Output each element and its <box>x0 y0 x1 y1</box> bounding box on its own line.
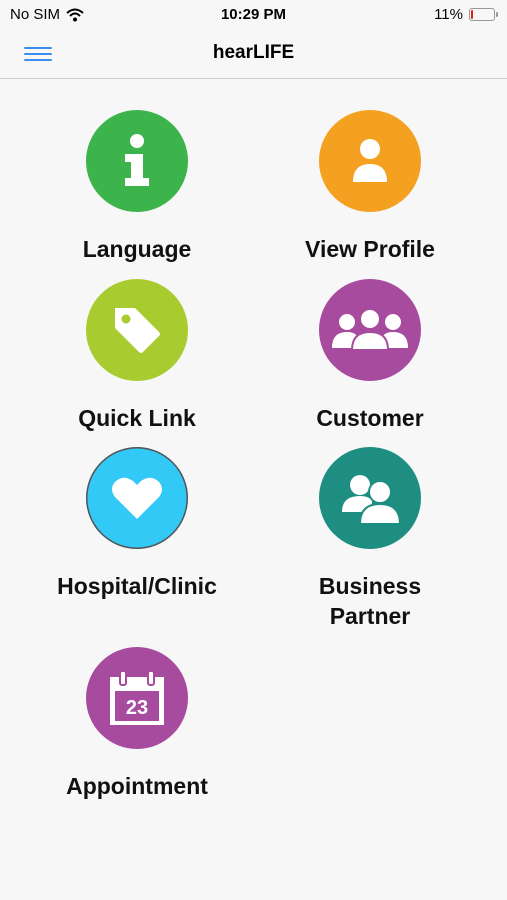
group-icon <box>332 308 408 351</box>
person-icon <box>353 139 387 182</box>
tile-hospital-clinic[interactable]: Hospital/Clinic <box>20 447 254 601</box>
tile-language[interactable]: Language <box>20 110 254 264</box>
tile-customer[interactable]: Customer <box>253 279 487 433</box>
tile-label: Business Partner <box>318 573 422 629</box>
quick-link-icon-circle <box>86 279 188 381</box>
tile-label: View Profile <box>305 236 435 262</box>
tile-quick-link[interactable]: Quick Link <box>20 279 254 433</box>
customer-icon-circle <box>319 279 421 381</box>
tile-label: Appointment <box>66 773 208 799</box>
page-title: hearLIFE <box>212 42 295 63</box>
tile-label: Customer <box>316 405 424 431</box>
tag-icon <box>115 308 160 353</box>
hospital-clinic-icon-circle <box>86 447 188 549</box>
tile-label: Language <box>82 236 192 262</box>
battery-level <box>471 10 473 19</box>
status-time: 10:29 PM <box>220 6 287 23</box>
status-right: 11% <box>434 6 498 23</box>
calendar-day: 23 <box>126 697 148 719</box>
view-profile-icon-circle <box>319 110 421 212</box>
battery-percent: 11% <box>434 6 463 23</box>
tile-label: Quick Link <box>78 405 196 431</box>
status-bar: No SIM 10:29 PM 11% <box>0 0 507 30</box>
tile-label: Hospital/Clinic <box>57 573 217 599</box>
heart-icon <box>112 477 162 519</box>
calendar-icon: 23 <box>110 670 164 725</box>
appointment-icon-circle: 23 <box>86 647 188 749</box>
tile-business-partner[interactable]: Business Partner <box>253 447 487 631</box>
battery-icon <box>469 8 498 21</box>
tile-appointment[interactable]: 23 Appointment <box>20 647 254 801</box>
partners-icon <box>342 475 400 524</box>
business-partner-icon-circle <box>319 447 421 549</box>
info-icon <box>125 134 149 186</box>
navigation-bar: hearLIFE <box>0 30 507 79</box>
tile-view-profile[interactable]: View Profile <box>253 110 487 264</box>
language-icon-circle <box>86 110 188 212</box>
